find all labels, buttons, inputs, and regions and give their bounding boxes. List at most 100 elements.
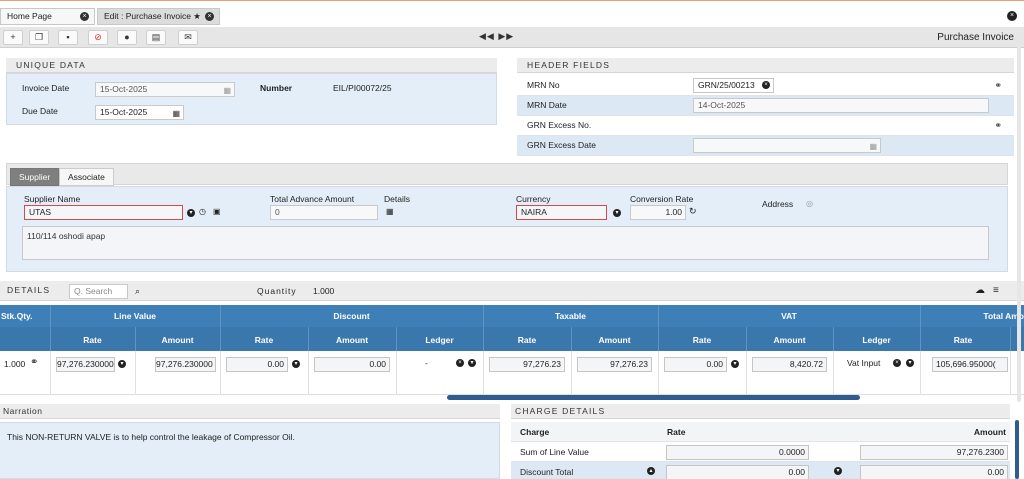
total-advance-field: 0: [270, 205, 378, 220]
mrn-no-field[interactable]: GRN/25/00213 ×: [693, 78, 774, 93]
tab-associate[interactable]: Associate: [59, 168, 114, 186]
col-stk-qty[interactable]: Stk.Qty.: [0, 305, 50, 327]
row-stk-qty: 1.000: [4, 359, 26, 369]
dropdown-icon[interactable]: ▾: [613, 209, 621, 217]
record-navigation[interactable]: ◀◀ ▶▶: [479, 31, 514, 42]
close-all-icon[interactable]: ×: [1007, 11, 1017, 21]
sub-discount-amount[interactable]: Amount: [308, 329, 396, 351]
col-rate: Rate: [667, 427, 686, 437]
dropdown-icon[interactable]: ▾: [906, 359, 914, 367]
details-icon[interactable]: ▦: [386, 207, 394, 216]
mrn-date-row: MRN Date 14-Oct-2025: [517, 96, 1014, 116]
email-button[interactable]: ✉: [178, 30, 198, 45]
invoice-date-field[interactable]: 15-Oct-2025 ▦: [95, 82, 235, 97]
sub-discount-ledger[interactable]: Ledger: [396, 329, 483, 351]
print-button[interactable]: ▤: [146, 30, 166, 45]
details-search-input[interactable]: Q. Search: [69, 284, 128, 299]
row-vat-rate[interactable]: 0.00: [664, 357, 727, 372]
plus-icon: +: [10, 32, 16, 42]
info-icon[interactable]: ◎: [806, 199, 813, 208]
dropdown-icon[interactable]: ▾: [187, 209, 195, 217]
charge-amount[interactable]: 97,276.2300: [860, 445, 1008, 460]
col-line-value[interactable]: Line Value: [50, 305, 220, 327]
address-field[interactable]: 110/114 oshodi apap: [22, 226, 989, 260]
sub-taxable-amount[interactable]: Amount: [571, 329, 658, 351]
close-icon[interactable]: ×: [80, 12, 89, 21]
charge-rate[interactable]: 0.00: [666, 465, 809, 479]
calendar-icon[interactable]: ▦: [172, 107, 180, 120]
row-total-rate[interactable]: 105,696.95000(: [932, 357, 1008, 372]
sub-discount-rate[interactable]: Rate: [220, 329, 308, 351]
add-button[interactable]: +: [3, 30, 23, 45]
card-icon[interactable]: ▣: [213, 207, 221, 216]
tab-supplier[interactable]: Supplier: [10, 168, 60, 186]
currency-field[interactable]: NAIRA: [516, 205, 607, 220]
row-discount-ledger: -: [425, 358, 428, 368]
sub-line-amount[interactable]: Amount: [135, 329, 220, 351]
charge-rate[interactable]: 0.0000: [666, 445, 809, 460]
sub-vat-ledger[interactable]: Ledger: [833, 329, 920, 351]
delete-button[interactable]: ▪: [58, 30, 78, 45]
dropdown-icon[interactable]: ▾: [731, 360, 739, 368]
link-icon[interactable]: ⚭: [994, 120, 1002, 131]
trash-icon: ▪: [66, 32, 70, 42]
dropdown-icon[interactable]: ▾: [834, 467, 842, 475]
row-taxable-amount[interactable]: 97,276.23: [577, 357, 652, 372]
tab-label: Edit : Purchase Invoice ★: [104, 11, 201, 21]
tab-home-page[interactable]: Home Page ×: [0, 8, 95, 25]
conversion-rate-field[interactable]: 1.00: [630, 205, 686, 220]
next-record-icon[interactable]: ▶▶: [498, 31, 514, 41]
tab-bar: Home Page × Edit : Purchase Invoice ★ × …: [0, 0, 1024, 27]
col-total-amount[interactable]: Total Amo: [920, 305, 1024, 327]
cancel-icon: ⊘: [94, 32, 102, 42]
dropdown-icon[interactable]: ▾: [118, 360, 126, 368]
mrn-date-field[interactable]: 14-Oct-2025: [693, 98, 989, 113]
horizontal-scrollbar[interactable]: [447, 395, 860, 400]
search-icon[interactable]: ⌕: [135, 286, 140, 297]
cancel-button[interactable]: ⊘: [88, 30, 108, 45]
due-date-field[interactable]: 15-Oct-2025 ▦: [95, 105, 184, 120]
refresh-icon[interactable]: ↻: [689, 206, 697, 217]
collapse-icon[interactable]: ▴: [647, 467, 655, 475]
sub-total-rate[interactable]: Rate: [920, 329, 1006, 351]
col-vat[interactable]: VAT: [658, 305, 920, 327]
col-amount: Amount: [973, 427, 1006, 437]
sub-taxable-rate[interactable]: Rate: [483, 329, 571, 351]
row-line-amount[interactable]: 97,276.230000: [155, 357, 216, 372]
settings-button[interactable]: ●: [117, 30, 137, 45]
narration-text[interactable]: This NON-RETURN VALVE is to help control…: [7, 432, 295, 442]
supplier-name-field[interactable]: UTAS: [24, 205, 183, 220]
link-icon[interactable]: ⚭: [30, 357, 38, 368]
tab-edit-purchase-invoice[interactable]: Edit : Purchase Invoice ★ ×: [97, 8, 220, 25]
charge-row-sum-line-value: Sum of Line Value 0.0000 97,276.2300: [511, 442, 1010, 462]
sub-line-rate[interactable]: Rate: [50, 329, 135, 351]
charge-scrollbar[interactable]: [1015, 420, 1019, 479]
clear-icon[interactable]: ×: [456, 359, 464, 367]
dropdown-icon[interactable]: ▾: [468, 359, 476, 367]
row-taxable-rate[interactable]: 97,276.23: [489, 357, 565, 372]
link-icon[interactable]: ⚭: [994, 80, 1002, 91]
invoice-date-label: Invoice Date: [22, 83, 70, 93]
calendar-icon[interactable]: ▦: [223, 84, 231, 97]
history-icon[interactable]: ◷: [199, 207, 206, 216]
clear-icon[interactable]: ×: [762, 81, 770, 89]
grn-excess-date-field[interactable]: ▦: [693, 138, 881, 153]
grn-excess-no-label: GRN Excess No.: [527, 120, 592, 130]
dropdown-icon[interactable]: ▾: [292, 360, 300, 368]
cloud-download-icon[interactable]: ☁: [975, 285, 985, 296]
close-icon[interactable]: ×: [205, 12, 214, 21]
sub-vat-amount[interactable]: Amount: [746, 329, 833, 351]
previous-record-icon[interactable]: ◀◀: [479, 31, 495, 41]
row-line-rate[interactable]: 97,276.230000: [56, 357, 115, 372]
charge-amount[interactable]: 0.00: [860, 465, 1008, 479]
clear-icon[interactable]: ×: [893, 359, 901, 367]
row-discount-amount[interactable]: 0.00: [314, 357, 390, 372]
sub-vat-rate[interactable]: Rate: [658, 329, 746, 351]
copy-button[interactable]: ❐: [29, 30, 49, 45]
col-taxable[interactable]: Taxable: [483, 305, 658, 327]
row-vat-amount[interactable]: 8,420.72: [752, 357, 827, 372]
row-discount-rate[interactable]: 0.00: [226, 357, 288, 372]
list-icon[interactable]: ≡: [993, 285, 999, 296]
col-discount[interactable]: Discount: [220, 305, 483, 327]
calendar-icon[interactable]: ▦: [869, 140, 877, 153]
